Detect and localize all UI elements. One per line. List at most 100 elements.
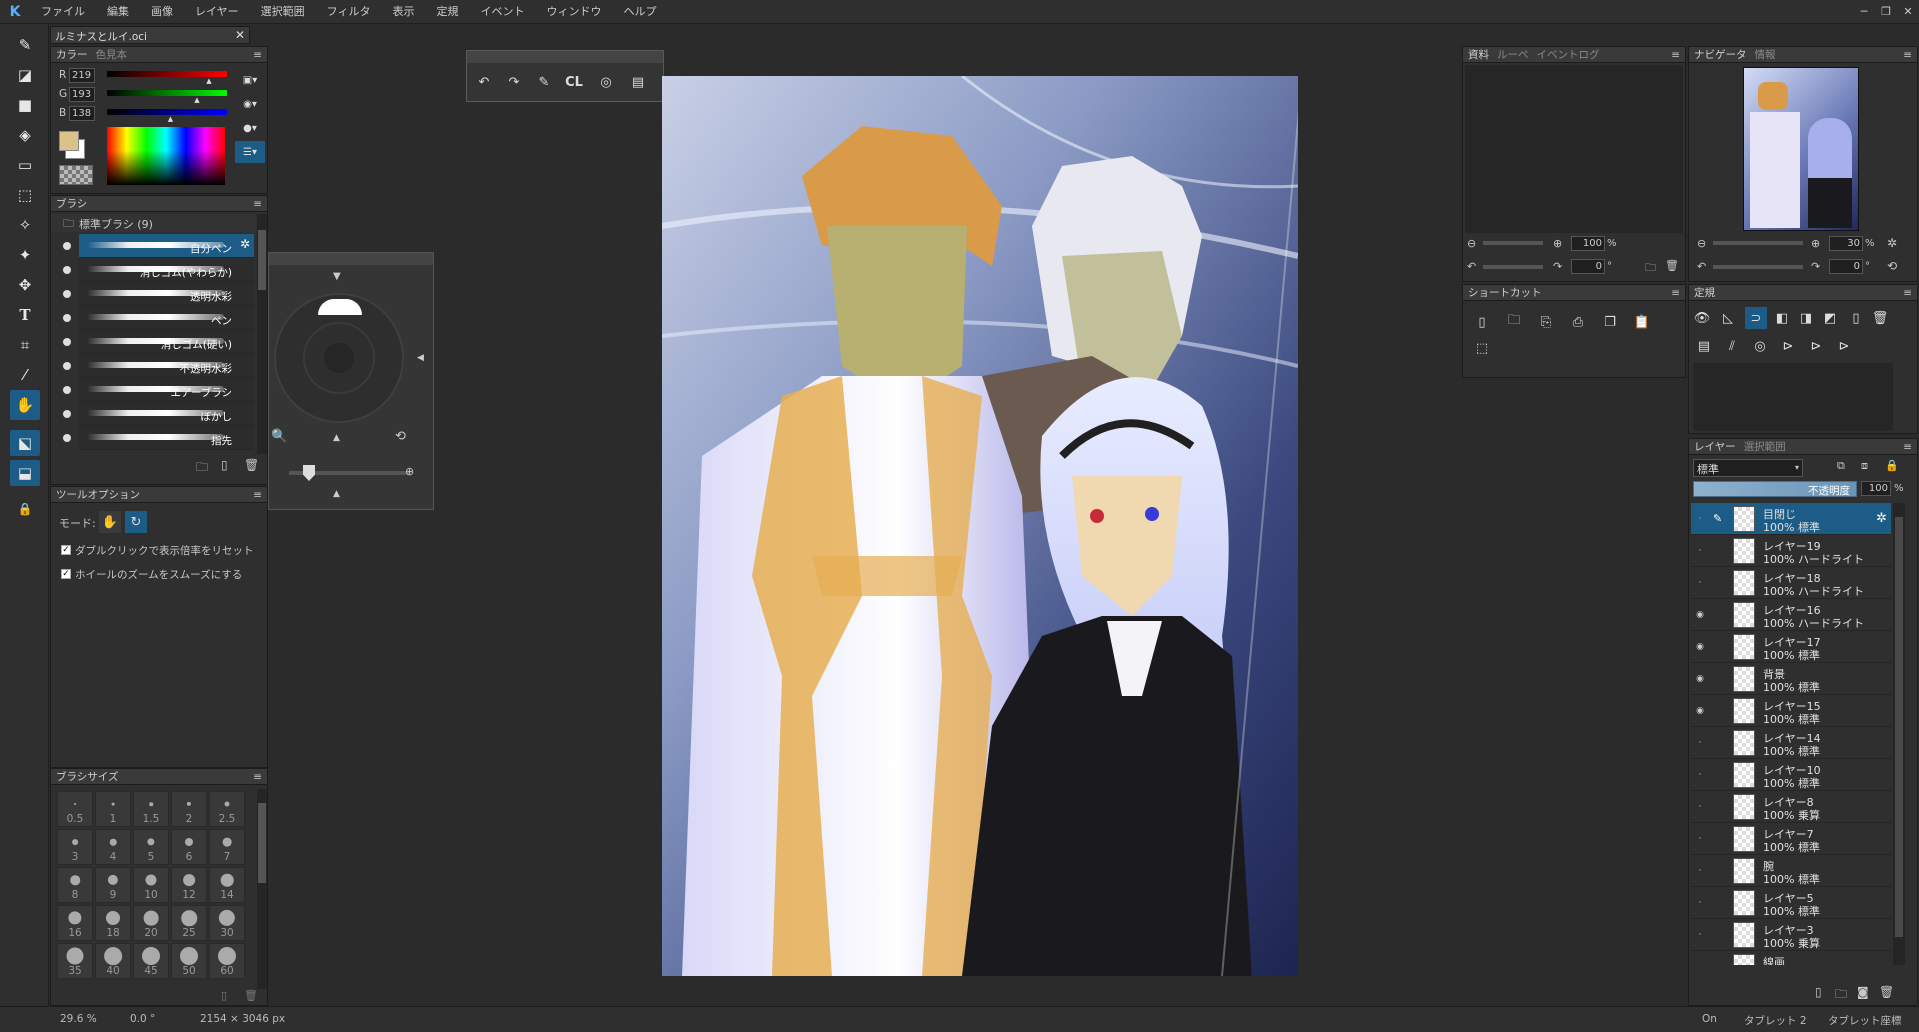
delete-brush-icon[interactable]: 🗑 (244, 458, 259, 472)
ruler-perspective3-icon[interactable]: ⊳ (1833, 335, 1855, 357)
redo-icon[interactable]: ↷ (503, 71, 525, 93)
material-zoom-slider[interactable] (1483, 241, 1543, 245)
pen-tool-icon[interactable]: ✎ (10, 30, 40, 60)
brush-settings-icon[interactable]: ✲ (240, 237, 250, 251)
eye-icon[interactable]: · (1695, 802, 1705, 812)
zoom-in-icon[interactable]: ⊕ (1553, 237, 1562, 250)
layer-scrollbar[interactable] (1893, 503, 1905, 965)
navigator-thumbnail[interactable] (1743, 67, 1859, 231)
brush-item[interactable]: エアーブラシ (79, 378, 254, 402)
rotate-left-icon[interactable]: ↶ (1697, 260, 1706, 273)
eye-icon[interactable]: · (1695, 770, 1705, 780)
add-size-icon[interactable]: ▯ (221, 989, 227, 1002)
zoom-out-icon[interactable]: 🔍 (271, 429, 287, 444)
layer-row[interactable]: · レイヤー5 100% 標準 (1691, 887, 1891, 919)
navigator-rotate-slider[interactable] (1713, 265, 1803, 269)
text-tool-icon[interactable]: T (10, 300, 40, 330)
brush-size-cell[interactable]: 12 (171, 867, 207, 903)
color-mode-icon[interactable]: ▣▾ (235, 69, 265, 91)
menu-item[interactable]: レイヤー (184, 0, 250, 24)
tab-navigator[interactable]: ナビゲータ (1694, 47, 1747, 62)
r-value-input[interactable]: 219 (69, 68, 95, 83)
panel-menu-icon[interactable]: ≡ (1671, 287, 1680, 299)
layer-row[interactable]: · レイヤー7 100% 標準 (1691, 823, 1891, 855)
hand-scroll-icon[interactable]: ⬓ (10, 460, 40, 486)
menu-item[interactable]: 定規 (425, 0, 469, 24)
tab-material[interactable]: 資料 (1468, 47, 1489, 62)
brush-size-cell[interactable]: 4 (95, 829, 131, 865)
minimize-button[interactable]: ─ (1853, 0, 1875, 24)
undo-icon[interactable]: ↶ (473, 71, 495, 93)
scroll-left-icon[interactable]: ◀ (417, 353, 424, 363)
eye-icon[interactable]: · (1695, 898, 1705, 908)
ruler-snap-icon[interactable]: ◺ (1717, 307, 1739, 329)
paste-icon[interactable]: 📋 (1631, 311, 1653, 333)
brush-size-cell[interactable]: 2 (171, 791, 207, 827)
brush-item[interactable]: 透明水彩 (79, 282, 254, 306)
layer-settings-icon[interactable]: ✲ (1876, 511, 1887, 526)
brush-size-cell[interactable]: 1 (95, 791, 131, 827)
new-folder-icon[interactable]: 🗀 (196, 458, 208, 479)
eye-icon[interactable]: ◉ (1695, 610, 1705, 620)
ruler-parallel-icon[interactable]: ▤ (1693, 335, 1715, 357)
brush-size-cell[interactable]: 9 (95, 867, 131, 903)
open-file-icon[interactable]: 🗀 (1503, 311, 1525, 333)
layer-group-icon[interactable]: ⧉ (1837, 459, 1845, 473)
layer-row[interactable]: · レイヤー14 100% 標準 (1691, 727, 1891, 759)
collapse-icon[interactable]: ▲ (333, 489, 340, 499)
document-tab[interactable]: ルミナスとルイ.oci ✕ (50, 26, 250, 44)
fit-icon[interactable]: ✲ (1887, 236, 1897, 250)
close-window-button[interactable]: ✕ (1897, 0, 1919, 24)
ruler-type3-icon[interactable]: ◩ (1819, 307, 1841, 329)
brush-size-cell[interactable]: 14 (209, 867, 245, 903)
rotate-left-icon[interactable]: ↶ (1467, 260, 1476, 273)
eye-icon[interactable]: · (1695, 930, 1705, 940)
ruler-type2-icon[interactable]: ◨ (1795, 307, 1817, 329)
copy-icon[interactable]: ❐ (1599, 311, 1621, 333)
zoom-out-icon[interactable]: ⊖ (1697, 237, 1706, 250)
brush-size-cell[interactable]: 18 (95, 905, 131, 941)
menu-item[interactable]: ヘルプ (612, 0, 667, 24)
ruler-concentric-icon[interactable]: ◎ (1749, 335, 1771, 357)
blend-mode-select[interactable]: 標準 ▾ (1693, 459, 1803, 477)
eye-icon[interactable]: · (1695, 546, 1705, 556)
select-all-icon[interactable]: ⬚ (1471, 337, 1493, 359)
opacity-input[interactable]: 100 (1861, 481, 1891, 496)
panel-menu-icon[interactable]: ≡ (1903, 287, 1912, 299)
brush-size-cell[interactable]: 40 (95, 943, 131, 979)
eye-icon[interactable]: ◉ (1695, 674, 1705, 684)
layer-row[interactable]: · レイヤー19 100% ハードライト (1691, 535, 1891, 567)
ruler-visible-icon[interactable]: 👁 (1691, 307, 1713, 329)
close-document-button[interactable]: ✕ (235, 28, 245, 42)
opacity-slider[interactable]: 不透明度 (1693, 481, 1857, 497)
rotate-right-icon[interactable]: ↷ (1553, 260, 1562, 273)
new-folder-icon[interactable]: 🗀 (1835, 985, 1847, 1006)
zoom-in-icon[interactable]: ⊕ (405, 465, 414, 478)
zoom-out-icon[interactable]: ⊖ (1467, 237, 1476, 250)
tab-event-log[interactable]: イベントログ (1537, 47, 1600, 62)
delete-size-icon[interactable]: 🗑 (244, 989, 258, 1002)
panel-menu-icon[interactable]: ≡ (253, 198, 262, 210)
move-tool-icon[interactable]: ✥ (10, 270, 40, 300)
brush-size-cell[interactable]: 30 (209, 905, 245, 941)
navigator-zoom-slider[interactable] (1713, 241, 1803, 245)
eraser-tool-icon[interactable]: ◪ (10, 60, 40, 90)
brush-group-row[interactable]: 🗀 標準ブラシ (9) (51, 214, 256, 232)
layer-row[interactable]: ◉ レイヤー15 100% 標準 (1691, 695, 1891, 727)
layer-row[interactable]: · 線画 (1691, 951, 1891, 965)
ruler-delete-icon[interactable]: 🗑 (1869, 307, 1891, 329)
brush-item[interactable]: 消しゴム(やわらか) (79, 258, 254, 282)
brush-item[interactable]: 自分ペン ✲ (79, 234, 254, 258)
artwork-canvas[interactable] (662, 76, 1298, 976)
new-layer-icon[interactable]: ▯ (1815, 985, 1822, 999)
eye-icon[interactable]: · (1695, 834, 1705, 844)
eye-icon[interactable]: · (1695, 738, 1705, 748)
g-slider[interactable] (107, 90, 227, 96)
ruler-perspective1-icon[interactable]: ⊳ (1777, 335, 1799, 357)
ruler-curve-icon[interactable]: ⊃ (1745, 307, 1767, 329)
eye-icon[interactable]: · (1695, 578, 1705, 588)
brush-size-cell[interactable]: 10 (133, 867, 169, 903)
scroll-up-icon[interactable]: ▼ (333, 271, 341, 282)
brush-item[interactable]: ぼかし (79, 402, 254, 426)
hand-tool-icon[interactable]: ✋ (10, 390, 40, 420)
